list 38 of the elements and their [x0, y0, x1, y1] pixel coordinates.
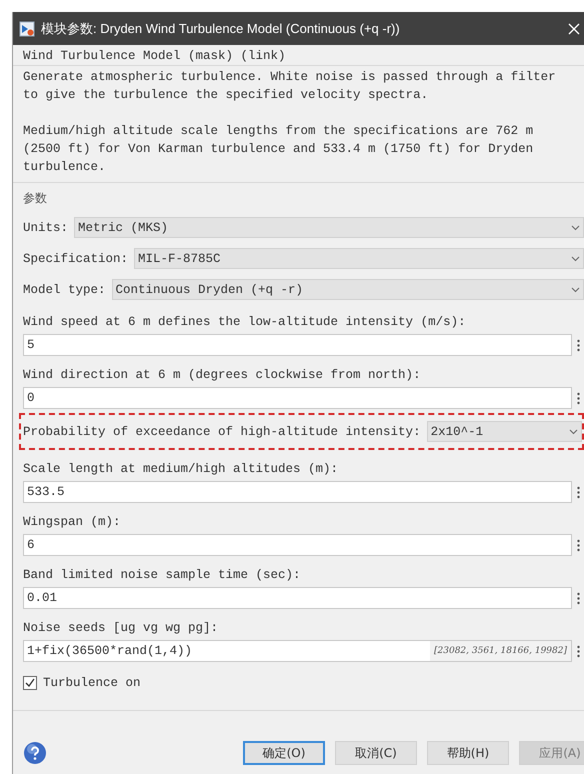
parameter-label: Probability of exceedance of high-altitude intensity:: [23, 424, 421, 440]
input-field[interactable]: 1+fix(36500*rand(1,4)) [23082, 3561, 18166, 19982]: [23, 640, 572, 662]
dialog-button[interactable]: 帮助(H): [427, 741, 509, 765]
parameter-label: Wind speed at 6 m defines the low-altitude intensity (m/s):: [23, 315, 466, 329]
window-title: 模块参数: Dryden Wind Turbulence Model (Continuous (+q -r)): [41, 20, 400, 38]
chevron-down-icon: [569, 428, 578, 434]
input-field[interactable]: 6: [23, 534, 572, 556]
parameter-label: Scale length at medium/high altitudes (m):: [23, 462, 338, 476]
parameter-label: Wind direction at 6 m (degrees clockwise from north):: [23, 368, 421, 382]
close-icon[interactable]: [568, 22, 580, 34]
dropdown[interactable]: 2x10^-1: [426, 421, 582, 442]
parameter-label: Noise seeds [ug vg wg pg]:: [23, 621, 218, 635]
section-title: 参数: [23, 191, 47, 205]
chevron-down-icon: [571, 224, 580, 230]
parameter-label: Band limited noise sample time (sec):: [23, 568, 301, 582]
dropdown[interactable]: Continuous Dryden (+q -r): [112, 279, 584, 300]
block-header: Wind Turbulence Model (mask) (link): [23, 49, 286, 63]
evaluated-value: [23082, 3561, 18166, 19982]: [430, 641, 571, 661]
app-icon: [19, 20, 35, 36]
parameter-label: Specification:: [23, 250, 128, 268]
input-field[interactable]: 533.5: [23, 481, 572, 503]
dialog-button[interactable]: 取消(C): [335, 741, 417, 765]
checkbox[interactable]: [23, 676, 37, 690]
parameter-label: Units:: [23, 220, 68, 236]
input-field[interactable]: 0.01: [23, 587, 572, 609]
description-text: Medium/high altitude scale lengths from the specifications are 762 m (2500 ft) for Von Karman turbulence and 533.4 m (1750 ft) for Dryden turbulence.: [23, 123, 534, 176]
dialog-button[interactable]: 确定(O): [243, 741, 325, 765]
parameter-label: Model type:: [23, 282, 106, 298]
parameter-label: Turbulence on: [43, 675, 141, 692]
input-field[interactable]: 0: [23, 387, 572, 409]
dropdown[interactable]: MIL-F-8785C: [134, 248, 584, 269]
chevron-down-icon: [571, 256, 580, 262]
chevron-down-icon: [571, 286, 580, 292]
parameter-label: Wingspan (m):: [23, 515, 121, 529]
description-text: Generate atmospheric turbulence. White noise is passed through a filter to give the turbulence the specified velocity spectra.: [23, 69, 557, 104]
input-field[interactable]: 5: [23, 334, 572, 356]
help-icon[interactable]: [23, 741, 47, 765]
dropdown[interactable]: Metric (MKS): [74, 217, 584, 238]
